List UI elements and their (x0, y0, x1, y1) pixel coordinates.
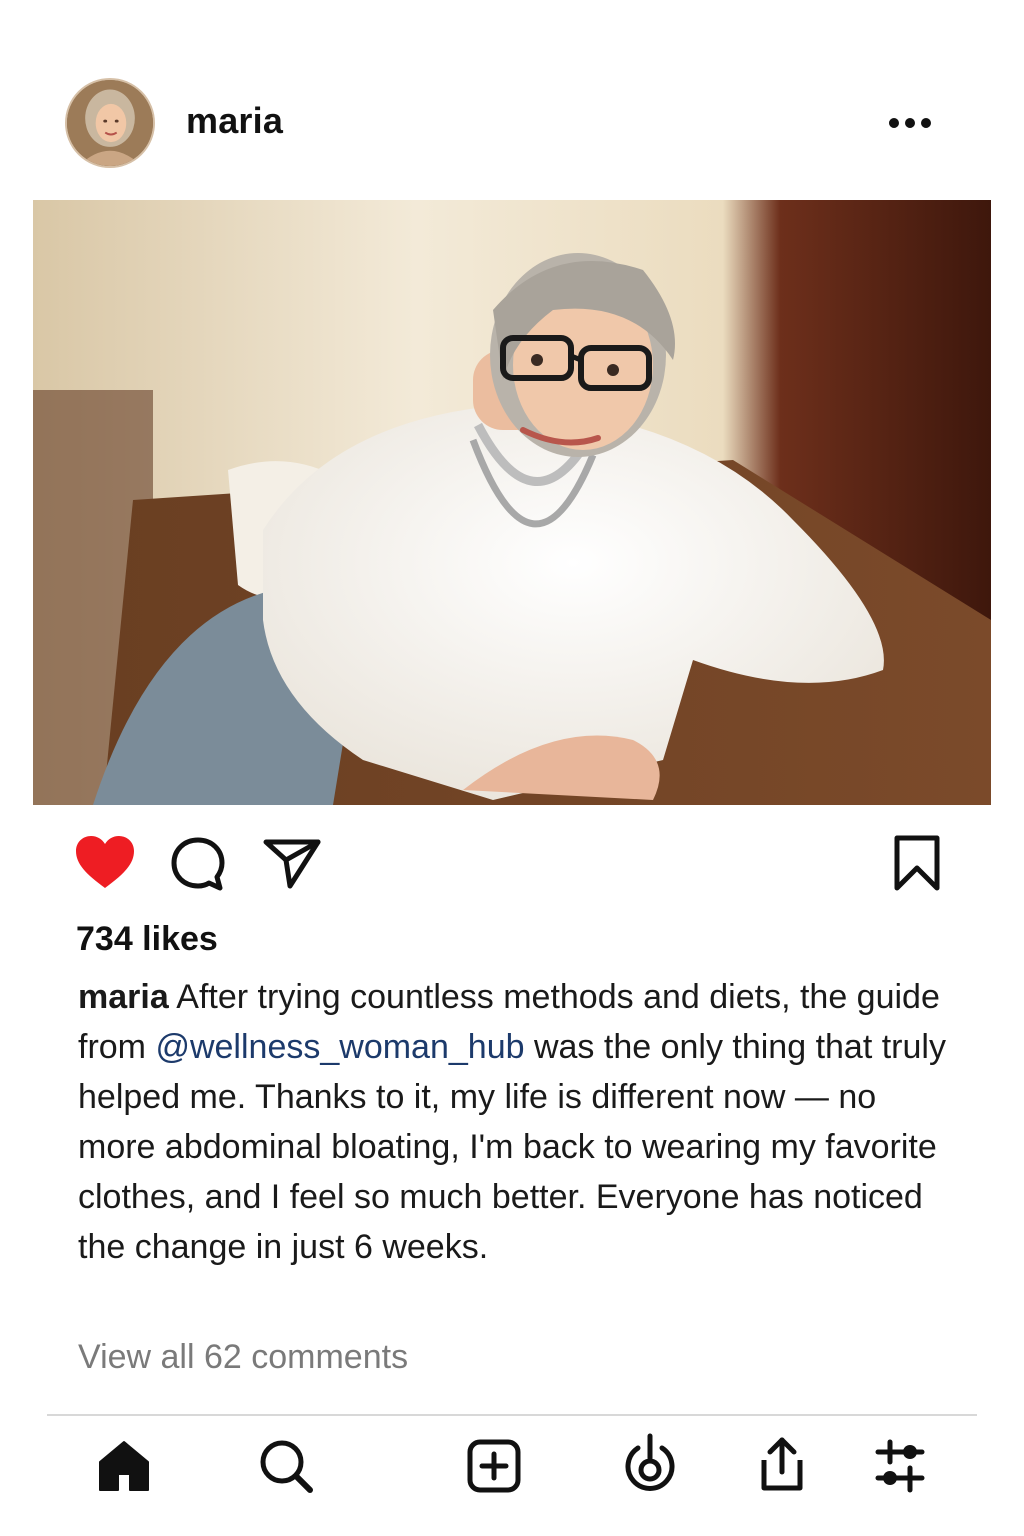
like-button[interactable] (74, 834, 136, 890)
share-upload-icon (761, 1437, 803, 1491)
send-paper-plane-icon (263, 839, 321, 889)
nav-reels[interactable] (622, 1432, 678, 1494)
post-caption: maria After trying countless methods and… (78, 972, 958, 1272)
home-icon (99, 1441, 149, 1491)
divider (47, 1414, 977, 1416)
search-icon (260, 1440, 313, 1493)
comment-button[interactable] (170, 836, 226, 892)
share-button[interactable] (262, 838, 322, 890)
likes-count[interactable]: 734 likes (76, 920, 218, 959)
reels-icon (625, 1433, 675, 1491)
nav-settings[interactable] (872, 1438, 928, 1494)
bookmark-icon (894, 835, 940, 891)
save-button[interactable] (892, 834, 942, 892)
post-actions (0, 820, 1024, 910)
comment-bubble-icon (171, 837, 225, 891)
avatar[interactable] (65, 78, 155, 168)
avatar-portrait (67, 80, 153, 166)
post-username[interactable]: maria (186, 100, 283, 142)
nav-home[interactable] (96, 1438, 152, 1494)
nav-create[interactable] (466, 1438, 522, 1494)
post-image[interactable] (33, 200, 991, 805)
nav-search[interactable] (258, 1438, 314, 1494)
add-post-icon (467, 1439, 521, 1493)
heart-filled-icon (76, 836, 134, 888)
more-horizontal-icon (889, 118, 931, 128)
nav-share-upload[interactable] (754, 1434, 810, 1494)
caption-username[interactable]: maria (78, 978, 169, 1016)
view-comments-link[interactable]: View all 62 comments (78, 1338, 408, 1377)
post-photo-illustration (33, 200, 991, 805)
more-options-button[interactable] (884, 105, 938, 141)
caption-mention-link[interactable]: @wellness_woman_hub (155, 1028, 524, 1066)
bottom-navigation (0, 1420, 1024, 1536)
post-header: maria (0, 0, 1024, 200)
settings-sliders-icon (875, 1439, 925, 1493)
